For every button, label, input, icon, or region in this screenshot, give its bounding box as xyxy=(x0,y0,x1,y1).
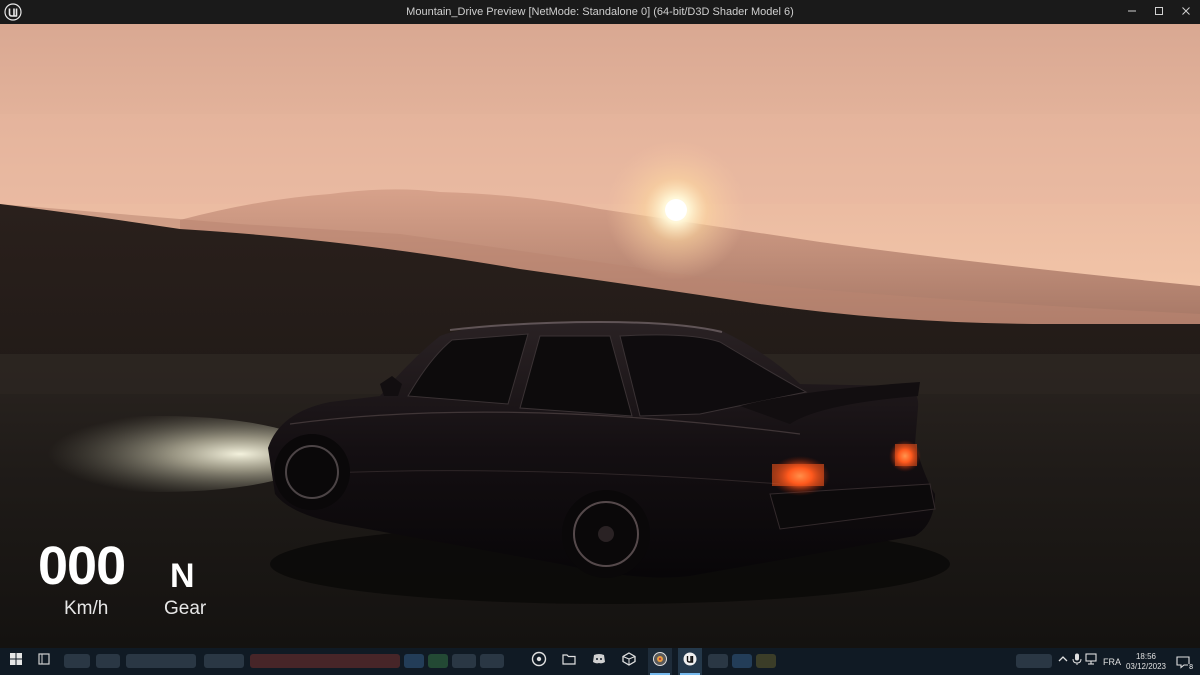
windows-start-icon xyxy=(8,651,24,672)
taskbar-app-blurred[interactable] xyxy=(452,654,476,668)
minimize-icon xyxy=(1127,3,1137,21)
window-title: Mountain_Drive Preview [NetMode: Standal… xyxy=(406,6,794,18)
unreal-engine-icon xyxy=(682,651,698,672)
clock-date: 03/12/2023 xyxy=(1125,661,1167,671)
taskbar-app-blurred[interactable] xyxy=(428,654,448,668)
notification-center-button[interactable]: 8 xyxy=(1172,648,1194,675)
clock-time: 18:56 xyxy=(1135,651,1157,661)
taskbar-app-blurred[interactable] xyxy=(756,654,776,668)
network-icon xyxy=(1083,651,1099,672)
maximize-icon xyxy=(1154,3,1164,21)
task-view-icon xyxy=(36,651,52,672)
obs-icon xyxy=(531,651,547,672)
unreal-engine-logo-icon xyxy=(4,3,22,21)
taskbar-app-blurred[interactable] xyxy=(480,654,504,668)
davinci-resolve-icon xyxy=(652,651,668,672)
game-viewport[interactable]: 000 Km/h N Gear xyxy=(0,24,1200,648)
minimize-button[interactable] xyxy=(1118,0,1146,24)
microphone-button[interactable] xyxy=(1070,648,1084,675)
taskbar-app-blurred[interactable] xyxy=(404,654,424,668)
taskbar-app-unity[interactable] xyxy=(618,648,640,675)
speedometer-value: 000 xyxy=(38,536,126,596)
maximize-button[interactable] xyxy=(1145,0,1173,24)
sunset-car-scene xyxy=(0,24,1200,648)
taskbar-app-blurred[interactable] xyxy=(708,654,728,668)
taskbar-app-blurred[interactable] xyxy=(64,654,90,668)
clock[interactable]: 18:56 03/12/2023 xyxy=(1124,648,1168,675)
taskbar-app-unreal-engine[interactable] xyxy=(678,648,702,675)
taskbar-app-blurred[interactable] xyxy=(250,654,400,668)
taskbar-app-blurred[interactable] xyxy=(732,654,752,668)
taskbar-app-blurred[interactable] xyxy=(204,654,244,668)
taskbar-app-davinci-resolve[interactable] xyxy=(648,648,672,675)
taskbar-app-blurred[interactable] xyxy=(96,654,120,668)
start-button[interactable] xyxy=(4,648,28,675)
window-title-bar: Mountain_Drive Preview [NetMode: Standal… xyxy=(0,0,1200,24)
notification-icon: 8 xyxy=(1175,654,1194,672)
discord-icon xyxy=(591,651,607,672)
taskbar-app-blurred[interactable] xyxy=(126,654,196,668)
notification-count: 8 xyxy=(1188,663,1194,672)
taskbar-app-discord[interactable] xyxy=(588,648,610,675)
gear-indicator-value: N xyxy=(170,557,195,595)
windows-taskbar: FRA 18:56 03/12/2023 8 xyxy=(0,648,1200,675)
gear-indicator-label: Gear xyxy=(164,598,207,619)
task-view-button[interactable] xyxy=(32,648,56,675)
taskbar-app-obs[interactable] xyxy=(528,648,550,675)
close-button[interactable] xyxy=(1172,0,1200,24)
unity-icon xyxy=(621,651,637,672)
speedometer-unit: Km/h xyxy=(64,598,109,619)
taskbar-tray-blurred[interactable] xyxy=(1016,654,1052,668)
file-explorer-icon xyxy=(561,651,577,672)
network-button[interactable] xyxy=(1084,648,1098,675)
taskbar-app-file-explorer[interactable] xyxy=(558,648,580,675)
show-hidden-icons-button[interactable] xyxy=(1056,648,1070,675)
close-icon xyxy=(1181,3,1191,21)
input-language[interactable]: FRA xyxy=(1100,648,1124,675)
